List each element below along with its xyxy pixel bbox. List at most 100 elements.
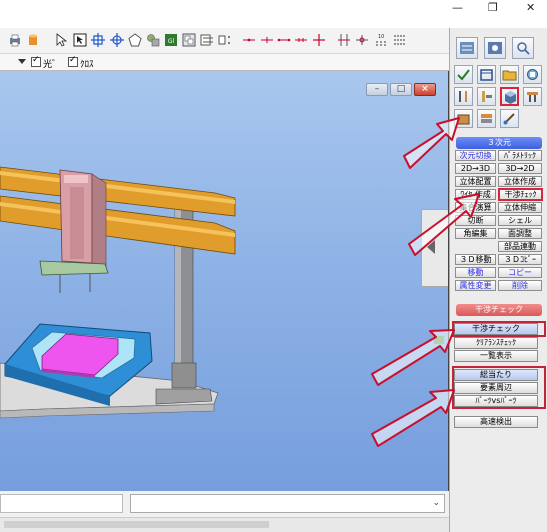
panel-tool-frame[interactable] <box>477 65 496 84</box>
viewport-minimize-button[interactable]: – <box>366 83 388 96</box>
sokoatari-button[interactable]: 総当たり <box>454 369 538 381</box>
viewport-window-controls: – □ × <box>366 83 442 97</box>
zigen-kirikae-button[interactable]: 次元切換 <box>455 150 496 161</box>
pentagon-icon[interactable] <box>128 33 142 47</box>
panel-tool-stack[interactable] <box>477 109 496 128</box>
section-header-3d: ３次元 <box>456 137 542 149</box>
wire-sakusei-button[interactable]: ﾜｲﾔ 作成 <box>455 189 496 200</box>
panel-tool-machine[interactable] <box>523 87 542 106</box>
parts-icon <box>527 69 538 80</box>
center-cross-icon[interactable] <box>110 33 124 47</box>
3d-to-2d-button[interactable]: 3D→2D <box>498 163 542 174</box>
restore-button[interactable]: ❐ <box>488 1 498 14</box>
status-bar: ⌄ <box>0 491 449 532</box>
checkmark-icon <box>457 69 470 81</box>
parts-vs-parts-button[interactable]: ﾊﾟｰﾂvsﾊﾟｰﾂ <box>454 395 538 407</box>
model-thumb-icon <box>434 336 444 344</box>
line-mid-icon[interactable] <box>260 33 274 47</box>
panel-tool-box[interactable] <box>454 109 473 128</box>
grid-number-icon[interactable]: 10 <box>374 33 388 47</box>
copy-button[interactable]: コピー <box>498 267 542 278</box>
crosshair-icon[interactable] <box>91 33 105 47</box>
sakujo-button[interactable]: 削除 <box>498 280 542 291</box>
select-window-icon[interactable] <box>73 33 87 47</box>
checkbox-cross[interactable] <box>68 55 78 67</box>
cylinder-icon[interactable] <box>26 33 40 47</box>
clearance-check-button[interactable]: ｸﾘｱﾗﾝｽﾁｪｯｸ <box>454 337 538 349</box>
panel-tool-3d-solid[interactable] <box>500 87 519 106</box>
panel-view-button-3[interactable] <box>512 37 534 59</box>
panel-tool-check[interactable] <box>454 65 473 84</box>
dot-grid-icon[interactable] <box>393 33 407 47</box>
dim-point-icon[interactable] <box>218 33 232 47</box>
kado-henshu-button[interactable]: 角編集 <box>455 228 496 239</box>
3d-viewport[interactable]: – □ × <box>0 71 449 491</box>
panel-tool-wrench[interactable] <box>454 87 473 106</box>
main-toolbar: Gl 10 <box>0 28 449 54</box>
close-button[interactable]: ✕ <box>526 1 535 14</box>
3d-ido-button[interactable]: ３Ｄ移動 <box>455 254 496 265</box>
rittai-haichi-button[interactable]: 立体配置 <box>455 176 496 187</box>
setsudan-button[interactable]: 切断 <box>455 215 496 226</box>
grid-toggle-icon[interactable]: Gl <box>164 33 178 47</box>
config-icon <box>488 42 502 54</box>
panel-tool-parts[interactable] <box>523 65 542 84</box>
3d-copy-button[interactable]: ３Ｄｺﾋﾟｰ <box>498 254 542 265</box>
minimize-button[interactable]: — <box>452 1 463 14</box>
parallel-icon[interactable] <box>337 33 351 47</box>
printer-icon[interactable] <box>8 33 22 47</box>
search-icon <box>517 42 530 55</box>
box-icon <box>457 114 470 125</box>
viewport-restore-button[interactable]: □ <box>390 83 412 96</box>
chevron-down-icon: ⌄ <box>432 498 440 508</box>
shapes-icon[interactable] <box>146 33 160 47</box>
assembly-icon <box>482 91 492 102</box>
kansho-check-panel-button[interactable]: 干渉ﾁｪｯｸ <box>498 188 543 201</box>
men-chosei-button[interactable]: 面調整 <box>498 228 542 239</box>
dropdown-arrow-icon[interactable] <box>18 59 26 65</box>
zokusei-henko-button[interactable]: 属性変更 <box>455 280 496 291</box>
window-controls: — ❐ ✕ <box>447 0 547 16</box>
shugo-enzan-button[interactable]: 集合演算 <box>455 202 496 213</box>
panel-tool-folder[interactable] <box>500 65 519 84</box>
horizontal-scrollbar[interactable] <box>0 517 449 532</box>
viewport-close-button[interactable]: × <box>414 83 436 96</box>
rittai-shinshuku-button[interactable]: 立体伸縮 <box>498 202 542 213</box>
cube-icon <box>505 91 516 104</box>
status-field[interactable] <box>0 494 123 513</box>
rittai-sakusei-button[interactable]: 立体作成 <box>498 176 542 187</box>
kosoku-kenshutsu-button[interactable]: 高速検出 <box>454 416 538 428</box>
line-ends-icon[interactable] <box>277 33 291 47</box>
cad-model-scene <box>0 166 236 419</box>
ido-button[interactable]: 移動 <box>455 267 496 278</box>
collapse-arrow-icon <box>427 240 435 254</box>
2d-to-3d-button[interactable]: 2D→3D <box>455 163 496 174</box>
folder-icon <box>502 70 517 81</box>
buhin-rendo-button[interactable]: 部品連動 <box>498 241 542 252</box>
line-dot-icon[interactable] <box>242 33 256 47</box>
layer-icon[interactable] <box>182 33 196 47</box>
ichiran-hyoji-button[interactable]: 一覧表示 <box>454 350 538 362</box>
option-bar: 光゛ ｸﾛｽ <box>0 54 449 71</box>
snap-icon[interactable] <box>200 33 214 47</box>
cross-snap-icon[interactable] <box>312 33 326 47</box>
panel-tool-assembly[interactable] <box>477 87 496 106</box>
pointer-icon[interactable] <box>54 33 68 47</box>
parametric-button[interactable]: ﾊﾟﾗﾒﾄﾘｯｸ <box>498 150 542 161</box>
line-div-icon[interactable] <box>294 33 308 47</box>
checkbox-hikari[interactable] <box>31 55 41 67</box>
stack-icon <box>481 114 492 123</box>
tangent-icon[interactable] <box>355 33 369 47</box>
viewport-side-tab[interactable] <box>421 209 448 344</box>
section-header-kansho: 干渉チェック <box>456 304 542 316</box>
tool-panel: ３次元 次元切換 ﾊﾟﾗﾒﾄﾘｯｸ 2D→3D 3D→2D 立体配置 立体作成 … <box>449 28 547 532</box>
panel-view-button-2[interactable] <box>484 37 506 59</box>
command-combobox[interactable]: ⌄ <box>130 494 445 513</box>
scrollbar-thumb[interactable] <box>4 521 269 528</box>
yoso-shuhen-button[interactable]: 要素周辺 <box>454 382 538 394</box>
shell-button[interactable]: シェル <box>498 215 542 226</box>
panel-view-button-1[interactable] <box>456 37 478 59</box>
checkbox-hikari-label: 光゛ <box>43 60 62 70</box>
panel-tool-brush[interactable] <box>500 109 519 128</box>
kansho-check-button[interactable]: 干渉チェック <box>454 323 538 335</box>
